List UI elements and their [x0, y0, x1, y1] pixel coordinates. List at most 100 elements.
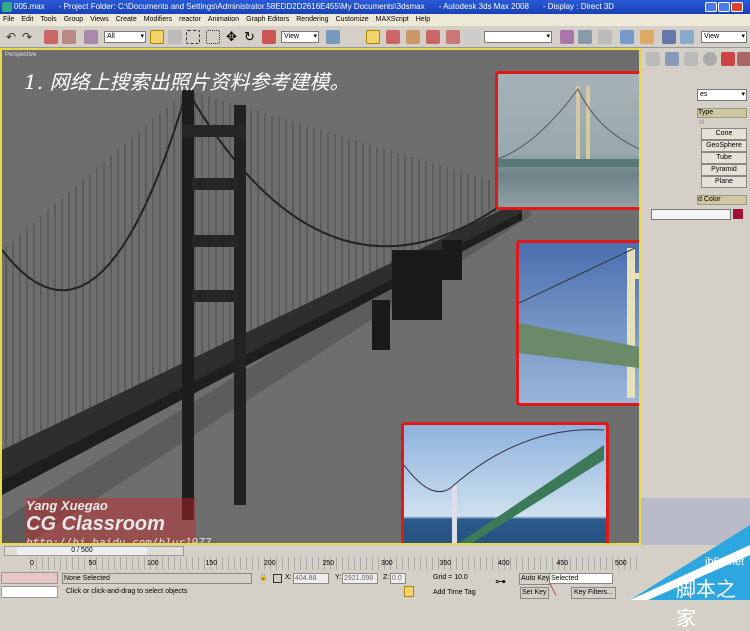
- menu-group[interactable]: Group: [64, 14, 83, 26]
- keyboard-shortcut-toggle-icon[interactable]: [366, 30, 380, 44]
- snaps-toggle-icon[interactable]: [386, 30, 400, 44]
- pyramid-button[interactable]: Pyramid: [701, 164, 747, 176]
- main-toolbar: ↶ ↷ All ✥ ↻ View View: [0, 26, 750, 48]
- key-icon[interactable]: ⊶: [495, 577, 506, 588]
- default-in-out-tangent-icon[interactable]: ╲: [550, 586, 556, 596]
- time-slider-track[interactable]: 0 / 500: [4, 546, 184, 556]
- y-coordinate-field[interactable]: 2921.098: [342, 573, 378, 584]
- window-crossing-icon[interactable]: [206, 30, 220, 44]
- bind-space-warp-icon[interactable]: [84, 30, 98, 44]
- auto-key-button[interactable]: Auto Key: [519, 573, 552, 585]
- pier: [442, 240, 462, 280]
- motion-tab-icon[interactable]: [703, 52, 717, 66]
- angle-snap-icon[interactable]: [406, 30, 420, 44]
- title-bar: 005.max - Project Folder: C:\Documents an…: [0, 0, 750, 14]
- spinner-snap-icon[interactable]: [446, 30, 460, 44]
- undo-icon[interactable]: ↶: [6, 30, 20, 44]
- align-icon[interactable]: [578, 30, 592, 44]
- unlink-icon[interactable]: [62, 30, 76, 44]
- frame-tick-label: 300: [381, 560, 393, 567]
- select-object-icon[interactable]: [150, 30, 164, 44]
- author-watermark: Yang Xuegao CG Classroom http://hi.baidu…: [26, 498, 211, 543]
- tube-button[interactable]: Tube: [701, 152, 747, 164]
- menu-maxscript[interactable]: MAXScript: [376, 14, 409, 26]
- key-mode-dropdown[interactable]: Selected: [549, 573, 613, 584]
- perspective-viewport[interactable]: Perspective 1. 网络上搜索出照片资料参考建模。 Yang Xueg…: [0, 48, 641, 545]
- maxscript-listener-mini[interactable]: [1, 572, 58, 584]
- rotate-icon[interactable]: ↻: [244, 30, 258, 44]
- material-editor-icon[interactable]: [662, 30, 676, 44]
- render-scene-icon[interactable]: [680, 30, 694, 44]
- prompt-line: Click or click-and-drag to select object…: [66, 588, 188, 595]
- maximize-button[interactable]: [718, 2, 730, 12]
- tutorial-heading: 1. 网络上搜索出照片资料参考建模。: [24, 70, 350, 94]
- x-coordinate-field[interactable]: 404.88: [293, 573, 329, 584]
- track-bar[interactable]: [30, 557, 640, 570]
- minimize-button[interactable]: [705, 2, 717, 12]
- key-filters-button[interactable]: Key Filters...: [571, 587, 616, 599]
- percent-snap-icon[interactable]: [426, 30, 440, 44]
- object-category-dropdown[interactable]: es: [697, 89, 747, 101]
- edit-named-selection-icon[interactable]: [465, 30, 479, 44]
- watermark-name: Yang Xuegao: [26, 498, 108, 513]
- manipulate-icon[interactable]: [346, 30, 360, 44]
- frame-tick-label: 50: [88, 560, 97, 567]
- object-name-input[interactable]: [651, 209, 731, 220]
- tower-crossbeam: [192, 235, 238, 247]
- modify-tab-icon[interactable]: [665, 52, 679, 66]
- lock-selection-icon[interactable]: 🔒: [259, 573, 268, 583]
- object-type-rollout[interactable]: Type: [697, 108, 747, 118]
- absolute-mode-toggle-icon[interactable]: [273, 574, 282, 583]
- redo-icon[interactable]: ↷: [22, 30, 36, 44]
- create-tab-icon[interactable]: [646, 52, 660, 66]
- tower-crossbeam: [192, 290, 238, 302]
- mirror-icon[interactable]: [560, 30, 574, 44]
- reference-photo-foggy-bridge: [495, 71, 639, 210]
- select-and-link-icon[interactable]: [44, 30, 58, 44]
- menu-edit[interactable]: Edit: [21, 14, 33, 26]
- menu-rendering[interactable]: Rendering: [296, 14, 328, 26]
- schematic-view-icon[interactable]: [640, 30, 654, 44]
- menu-tools[interactable]: Tools: [40, 14, 56, 26]
- utilities-tab-icon[interactable]: [737, 52, 750, 66]
- z-coordinate-field[interactable]: 0.0: [390, 573, 406, 584]
- rectangular-selection-icon[interactable]: [186, 30, 200, 44]
- plane-button[interactable]: Plane: [701, 176, 747, 188]
- object-color-swatch[interactable]: [733, 209, 743, 219]
- maxscript-input[interactable]: [1, 586, 58, 598]
- name-and-color-rollout[interactable]: d Color: [697, 195, 747, 205]
- curve-editor-icon[interactable]: [620, 30, 634, 44]
- close-button[interactable]: [731, 2, 743, 12]
- hierarchy-tab-icon[interactable]: [684, 52, 698, 66]
- selection-filter-dropdown[interactable]: All: [104, 31, 146, 43]
- watermark-classroom: CG Classroom: [26, 513, 165, 535]
- viewport-label[interactable]: Perspective: [5, 52, 36, 58]
- scale-icon[interactable]: [262, 30, 276, 44]
- menu-help[interactable]: Help: [416, 14, 430, 26]
- menu-animation[interactable]: Animation: [208, 14, 239, 26]
- title-display: - Display : Direct 3D: [542, 2, 615, 11]
- x-label: X:: [285, 574, 292, 581]
- menu-file[interactable]: File: [3, 14, 14, 26]
- pivot-center-icon[interactable]: [326, 30, 340, 44]
- tower-crossbeam: [192, 178, 238, 190]
- layer-manager-icon[interactable]: [598, 30, 612, 44]
- time-slider-thumb[interactable]: 0 / 500: [17, 547, 147, 555]
- menu-create[interactable]: Create: [116, 14, 137, 26]
- add-time-tag-button[interactable]: Add Time Tag: [433, 588, 476, 598]
- render-view-dropdown[interactable]: View: [701, 31, 747, 43]
- set-key-button[interactable]: Set Key: [520, 587, 549, 599]
- move-icon[interactable]: ✥: [226, 30, 240, 44]
- adaptive-degradation-icon[interactable]: [404, 586, 414, 597]
- named-selection-dropdown[interactable]: [484, 31, 552, 43]
- geosphere-button[interactable]: GeoSphere: [701, 140, 747, 152]
- select-by-name-icon[interactable]: [168, 30, 182, 44]
- menu-modifiers[interactable]: Modifiers: [144, 14, 172, 26]
- menu-views[interactable]: Views: [90, 14, 109, 26]
- menu-customize[interactable]: Customize: [336, 14, 369, 26]
- display-tab-icon[interactable]: [721, 52, 735, 66]
- menu-graph-editors[interactable]: Graph Editors: [246, 14, 289, 26]
- reference-coordinate-dropdown[interactable]: View: [281, 31, 319, 43]
- menu-reactor[interactable]: reactor: [179, 14, 201, 26]
- cone-button[interactable]: Cone: [701, 128, 747, 140]
